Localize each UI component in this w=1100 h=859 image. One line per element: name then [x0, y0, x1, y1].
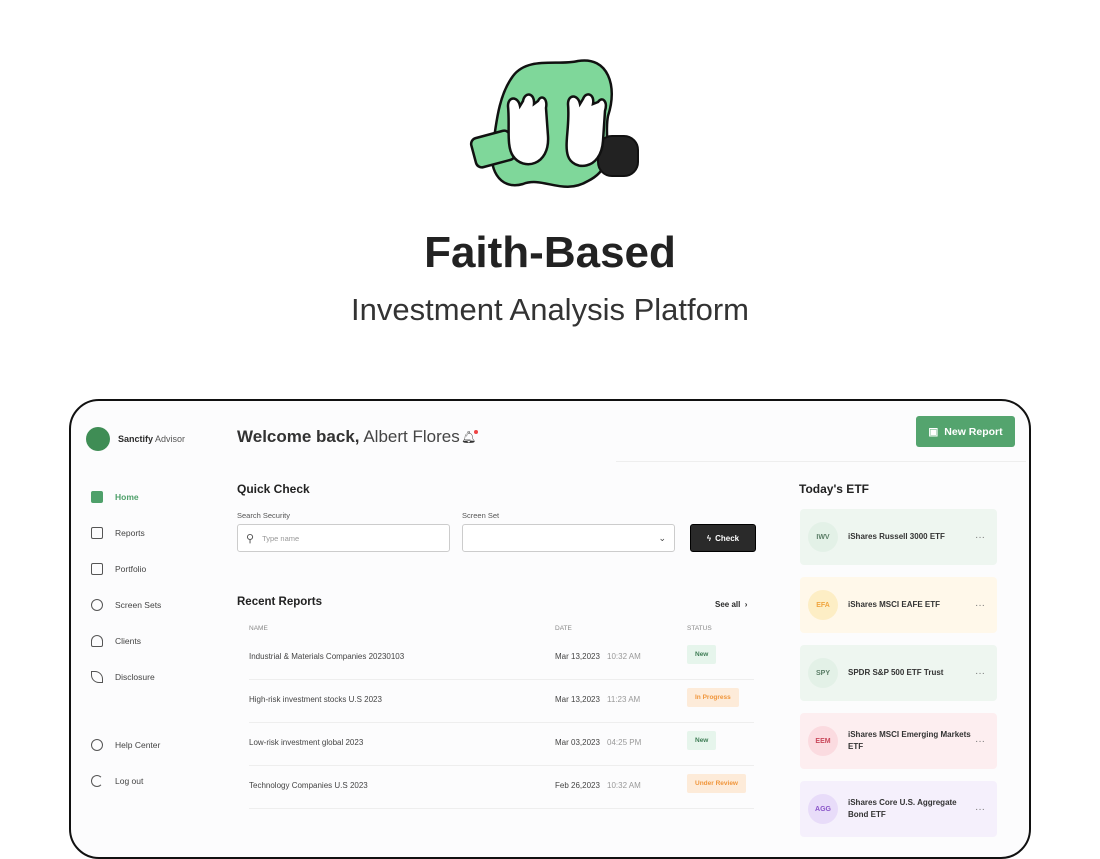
search-security-label: Search Security — [237, 511, 290, 520]
high-five-illustration — [468, 56, 648, 198]
screen-set-label: Screen Set — [462, 511, 499, 520]
column-header-date: DATE — [555, 625, 572, 632]
status-badge: Under Review — [687, 774, 746, 793]
status-badge: New — [687, 731, 716, 750]
table-row[interactable]: Low-risk investment global 2023Mar 03,20… — [249, 723, 754, 766]
quick-check-title: Quick Check — [237, 482, 310, 496]
sidebar-item-home[interactable]: Home — [91, 491, 139, 503]
status-badge: In Progress — [687, 688, 739, 707]
etf-card[interactable]: EEM iShares MSCI Emerging Markets ETF··· — [800, 713, 997, 769]
etf-ticker-avatar: SPY — [808, 658, 838, 688]
app-window: Sanctify Advisor Home Reports Portfolio … — [69, 399, 1031, 859]
etf-card[interactable]: SPY SPDR S&P 500 ETF Trust··· — [800, 645, 997, 701]
chevron-down-icon: ⌄ — [658, 533, 666, 544]
feather-icon — [91, 671, 103, 683]
divider — [616, 461, 1026, 462]
briefcase-icon — [91, 563, 103, 575]
sidebar-item-screen-sets[interactable]: Screen Sets — [91, 599, 161, 611]
etf-name: SPDR S&P 500 ETF Trust — [848, 667, 975, 679]
see-all-link[interactable]: See all › — [715, 600, 747, 609]
help-icon — [91, 739, 103, 751]
eye-icon — [91, 599, 103, 611]
etf-ticker-avatar: AGG — [808, 794, 838, 824]
search-security-input[interactable]: ⚲Type name — [237, 524, 450, 552]
etf-ticker-avatar: EFA — [808, 590, 838, 620]
table-row[interactable]: Industrial & Materials Companies 2023010… — [249, 637, 754, 680]
recent-reports-title: Recent Reports — [237, 596, 322, 608]
table-row[interactable]: Technology Companies U.S 2023Feb 26,2023… — [249, 766, 754, 809]
etf-name: iShares MSCI Emerging Markets ETF — [848, 729, 975, 753]
hero-subtitle: Investment Analysis Platform — [0, 292, 1100, 328]
column-header-status: STATUS — [687, 625, 712, 632]
sidebar-item-log-out[interactable]: Log out — [91, 775, 143, 787]
etf-card[interactable]: EFA iShares MSCI EAFE ETF··· — [800, 577, 997, 633]
user-icon — [91, 635, 103, 647]
table-row[interactable]: High-risk investment stocks U.S 2023Mar … — [249, 680, 754, 723]
welcome-heading: Welcome back, Albert Flores — [237, 427, 460, 447]
todays-etf-title: Today's ETF — [799, 482, 869, 496]
etf-ticker-avatar: IWV — [808, 522, 838, 552]
check-button[interactable]: ϟCheck — [690, 524, 756, 552]
screen-set-select[interactable]: ⌄ — [462, 524, 675, 552]
column-header-name: NAME — [249, 625, 268, 632]
hero-title: Faith-Based — [0, 228, 1100, 278]
report-icon — [91, 527, 103, 539]
sidebar-item-portfolio[interactable]: Portfolio — [91, 563, 146, 575]
sidebar-item-help-center[interactable]: Help Center — [91, 739, 160, 751]
sidebar-item-disclosure[interactable]: Disclosure — [91, 671, 155, 683]
bell-icon[interactable]: 🔔︎ — [461, 430, 476, 444]
sidebar-item-reports[interactable]: Reports — [91, 527, 145, 539]
sidebar-item-clients[interactable]: Clients — [91, 635, 141, 647]
etf-name: iShares Russell 3000 ETF — [848, 531, 975, 543]
more-options-icon[interactable]: ··· — [975, 736, 985, 747]
etf-card[interactable]: IWV iShares Russell 3000 ETF··· — [800, 509, 997, 565]
report-icon: ▣ — [928, 426, 938, 438]
more-options-icon[interactable]: ··· — [975, 600, 985, 611]
logout-icon — [91, 775, 103, 787]
new-report-button[interactable]: ▣New Report — [916, 416, 1015, 447]
etf-card[interactable]: AGG iShares Core U.S. Aggregate Bond ETF·… — [800, 781, 997, 837]
more-options-icon[interactable]: ··· — [975, 532, 985, 543]
etf-ticker-avatar: EEM — [808, 726, 838, 756]
status-badge: New — [687, 645, 716, 664]
more-options-icon[interactable]: ··· — [975, 804, 985, 815]
more-options-icon[interactable]: ··· — [975, 668, 985, 679]
home-icon — [91, 491, 103, 503]
brand-logo — [86, 427, 110, 451]
brand-name: Sanctify Advisor — [118, 434, 185, 444]
search-icon: ⚲ — [246, 532, 254, 545]
etf-name: iShares MSCI EAFE ETF — [848, 599, 975, 611]
etf-name: iShares Core U.S. Aggregate Bond ETF — [848, 797, 975, 821]
lightning-icon: ϟ — [707, 534, 711, 543]
